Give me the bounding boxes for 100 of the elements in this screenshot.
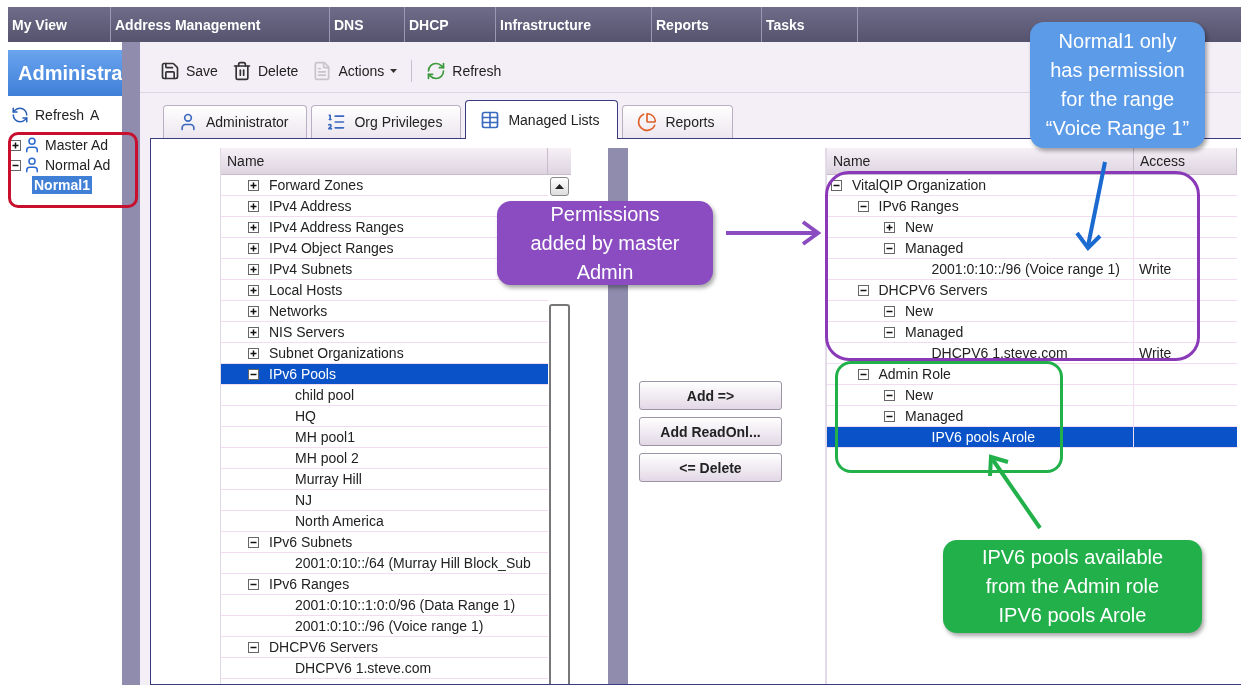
tree-row[interactable]: Networks [221,301,548,322]
item-name: IPV6 pools Arole [931,429,1035,445]
admin-name[interactable]: Master Ad [43,136,111,154]
collapse-icon[interactable] [884,326,895,338]
item-name: 2001:0:10::/96 (Voice range 1) [931,261,1120,277]
action-button[interactable]: <= Delete [639,453,782,482]
tree-row[interactable]: 2001:0:10::/96 (Voice range 1) [221,616,548,637]
collapse-icon[interactable] [10,159,21,171]
tree-row[interactable]: child pool [221,385,548,406]
tree-row[interactable]: Murray Hill [221,469,548,490]
collapse-icon[interactable] [248,578,259,590]
item-name: Local Hosts [269,282,343,298]
item-name: Subnet Organizations [269,345,404,361]
caret-icon [390,69,398,73]
item-name: Managed [905,408,964,424]
collapse-icon[interactable] [857,284,869,296]
tree-row[interactable]: DHCPV6 1.steve.com [221,658,548,679]
toolbar-button[interactable]: Delete [231,61,299,81]
tree-row[interactable]: New [827,301,1237,322]
callout-tooltip: IPV6 pools available from the Admin role IPV6 pools Arole [943,540,1202,633]
tree-row[interactable]: IPv6 Pools [221,364,548,385]
item-name: DHCPV6 Servers [269,639,378,655]
item-name: IPv6 Ranges [269,576,350,592]
tree-row[interactable]: DHCPV6 1.steve.com Write [827,343,1237,364]
expand-icon[interactable] [248,326,259,338]
collapse-icon[interactable] [884,410,895,422]
item-name: IPv4 Address [269,198,352,214]
item-name: Forward Zones [269,177,364,193]
tree-row[interactable]: NIS Servers [221,322,548,343]
tree-row[interactable]: New [827,385,1237,406]
expand-icon[interactable] [248,242,259,254]
collapse-icon[interactable] [248,641,259,653]
expand-icon[interactable] [248,347,259,359]
expand-icon[interactable] [248,200,259,212]
toolbar-button[interactable]: Save [160,61,218,81]
collapse-icon[interactable] [831,179,842,191]
action-button[interactable]: Add => [639,381,782,410]
tree-row[interactable]: MH pool1 [221,427,548,448]
toolbar-link[interactable]: Refresh [35,107,85,123]
item-name: DHCPV6 Servers [878,282,988,298]
tree-row[interactable]: DHCPV6 Servers [827,280,1237,301]
item-name: New [905,219,933,235]
item-name: Networks [269,303,328,319]
item-name: Murray Hill [295,471,362,487]
item-name: DHCPV6 1.steve.com [931,345,1068,361]
tree-row[interactable]: 2001:0:10::/96 (Voice range 1) Write [827,259,1237,280]
refresh-icon[interactable] [11,106,29,124]
expand-icon[interactable] [884,221,895,233]
expand-icon[interactable] [248,221,259,233]
tree-row[interactable]: DHCPV6 Servers [221,637,548,658]
toolbar-button[interactable]: Refresh [426,61,502,81]
tab[interactable]: Org Privileges [311,105,462,138]
item-name: IPv4 Subnets [269,261,353,277]
menu-button[interactable]: Actions [312,61,398,81]
tree-row[interactable]: Managed [827,322,1237,343]
refresh-icon [426,61,447,81]
collapse-icon[interactable] [857,200,869,212]
tree-row[interactable]: IPv6 Ranges [221,574,548,595]
tree-row[interactable]: IPv6 Ranges [827,196,1237,217]
expand-icon[interactable] [248,284,259,296]
tree-row[interactable]: MH pool 2 [221,448,548,469]
tab[interactable]: Administrator [163,105,308,138]
collapse-icon[interactable] [248,536,259,548]
item-name: Managed [905,324,964,340]
trash-icon [231,61,252,81]
collapse-icon[interactable] [857,368,869,380]
tree-row[interactable]: Admin Role [827,364,1237,385]
expand-icon[interactable] [248,179,259,191]
collapse-icon[interactable] [884,305,895,317]
expand-icon[interactable] [248,305,259,317]
item-name: NJ [295,492,313,508]
person-icon [178,112,198,132]
item-name: Admin Role [878,366,951,382]
tree-row[interactable]: 2001:0:10::1:0:0/96 (Data Range 1) [221,595,548,616]
tree-row[interactable]: 2001:0:10::/64 (Murray Hill Block_Sub [221,553,548,574]
scroll-up-icon[interactable] [555,184,564,189]
tree-row[interactable]: Managed [827,238,1237,259]
tree-row[interactable]: New [827,217,1237,238]
toolbar-link[interactable]: A [90,107,100,123]
table-icon [480,110,501,130]
expand-icon[interactable] [248,263,259,275]
tree-row[interactable]: NJ [221,490,548,511]
tree-row[interactable]: IPV6 pools Arole [827,427,1237,448]
tree-row[interactable]: Forward Zones [221,175,548,196]
tree-row[interactable]: North America [221,511,548,532]
item-name: Managed [905,240,964,256]
admin-name[interactable]: Normal Ad [43,156,113,174]
item-name: IPv6 Pools [269,366,336,382]
expand-icon[interactable] [10,139,21,151]
tab[interactable]: Reports [622,105,734,138]
collapse-icon[interactable] [884,242,895,254]
collapse-icon[interactable] [884,389,895,401]
tree-row[interactable]: VitalQIP Organization [827,175,1237,196]
tree-row[interactable]: HQ [221,406,548,427]
item-name: child pool [295,387,355,403]
tree-row[interactable]: IPv6 Subnets [221,532,548,553]
collapse-icon[interactable] [248,368,259,380]
admin-name[interactable]: Normal1 [32,176,93,194]
action-button[interactable]: Add ReadOnl... [639,417,782,446]
tab[interactable]: Managed Lists [465,100,619,139]
